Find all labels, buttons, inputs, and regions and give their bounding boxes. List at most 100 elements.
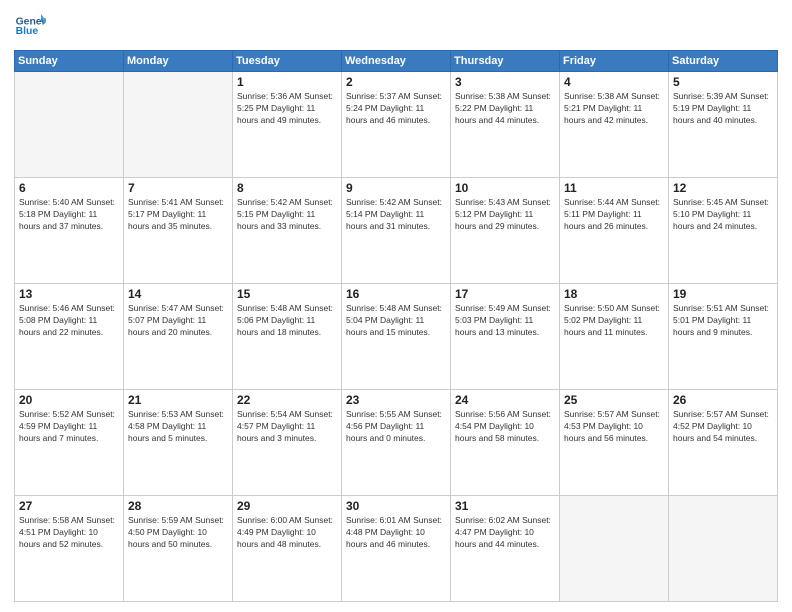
calendar-cell: 30 Sunrise: 6:01 AM Sunset: 4:48 PM Dayli… xyxy=(342,496,451,602)
day-number: 3 xyxy=(455,75,555,89)
calendar-cell: 27 Sunrise: 5:58 AM Sunset: 4:51 PM Dayli… xyxy=(15,496,124,602)
calendar-cell: 11 Sunrise: 5:44 AM Sunset: 5:11 PM Dayli… xyxy=(560,178,669,284)
day-info: Sunrise: 5:40 AM Sunset: 5:18 PM Dayligh… xyxy=(19,197,119,233)
day-info: Sunrise: 5:51 AM Sunset: 5:01 PM Dayligh… xyxy=(673,303,773,339)
calendar-cell: 7 Sunrise: 5:41 AM Sunset: 5:17 PM Daylig… xyxy=(124,178,233,284)
calendar-cell: 21 Sunrise: 5:53 AM Sunset: 4:58 PM Dayli… xyxy=(124,390,233,496)
logo: General Blue xyxy=(14,10,46,42)
day-info: Sunrise: 6:01 AM Sunset: 4:48 PM Dayligh… xyxy=(346,515,446,551)
day-number: 19 xyxy=(673,287,773,301)
weekday-header-friday: Friday xyxy=(560,51,669,72)
logo-icon: General Blue xyxy=(14,10,46,42)
day-number: 16 xyxy=(346,287,446,301)
day-number: 27 xyxy=(19,499,119,513)
day-info: Sunrise: 5:49 AM Sunset: 5:03 PM Dayligh… xyxy=(455,303,555,339)
calendar-cell: 9 Sunrise: 5:42 AM Sunset: 5:14 PM Daylig… xyxy=(342,178,451,284)
day-info: Sunrise: 5:54 AM Sunset: 4:57 PM Dayligh… xyxy=(237,409,337,445)
calendar-cell: 1 Sunrise: 5:36 AM Sunset: 5:25 PM Daylig… xyxy=(233,72,342,178)
day-number: 15 xyxy=(237,287,337,301)
calendar-cell: 22Sunrise: 5:54 AM Sunset: 4:57 PM Dayli… xyxy=(233,390,342,496)
day-number: 4 xyxy=(564,75,664,89)
calendar-cell: 13Sunrise: 5:46 AM Sunset: 5:08 PM Dayli… xyxy=(15,284,124,390)
calendar-cell: 25 Sunrise: 5:57 AM Sunset: 4:53 PM Dayli… xyxy=(560,390,669,496)
day-number: 2 xyxy=(346,75,446,89)
calendar-cell xyxy=(124,72,233,178)
day-number: 7 xyxy=(128,181,228,195)
day-number: 26 xyxy=(673,393,773,407)
calendar-cell: 6 Sunrise: 5:40 AM Sunset: 5:18 PM Daylig… xyxy=(15,178,124,284)
calendar-cell: 31 Sunrise: 6:02 AM Sunset: 4:47 PM Dayli… xyxy=(451,496,560,602)
day-number: 25 xyxy=(564,393,664,407)
day-info: Sunrise: 6:02 AM Sunset: 4:47 PM Dayligh… xyxy=(455,515,555,551)
weekday-header-tuesday: Tuesday xyxy=(233,51,342,72)
calendar-cell: 23Sunrise: 5:55 AM Sunset: 4:56 PM Dayli… xyxy=(342,390,451,496)
calendar-cell: 20Sunrise: 5:52 AM Sunset: 4:59 PM Dayli… xyxy=(15,390,124,496)
calendar-cell: 14Sunrise: 5:47 AM Sunset: 5:07 PM Dayli… xyxy=(124,284,233,390)
calendar-cell: 28 Sunrise: 5:59 AM Sunset: 4:50 PM Dayli… xyxy=(124,496,233,602)
day-number: 11 xyxy=(564,181,664,195)
day-info: Sunrise: 5:52 AM Sunset: 4:59 PM Dayligh… xyxy=(19,409,119,445)
week-row-1: 6 Sunrise: 5:40 AM Sunset: 5:18 PM Daylig… xyxy=(15,178,778,284)
weekday-header-sunday: Sunday xyxy=(15,51,124,72)
day-number: 29 xyxy=(237,499,337,513)
calendar-cell: 24Sunrise: 5:56 AM Sunset: 4:54 PM Dayli… xyxy=(451,390,560,496)
day-info: Sunrise: 5:36 AM Sunset: 5:25 PM Dayligh… xyxy=(237,91,337,127)
day-info: Sunrise: 5:38 AM Sunset: 5:22 PM Dayligh… xyxy=(455,91,555,127)
day-info: Sunrise: 5:38 AM Sunset: 5:21 PM Dayligh… xyxy=(564,91,664,127)
weekday-header-thursday: Thursday xyxy=(451,51,560,72)
day-info: Sunrise: 5:53 AM Sunset: 4:58 PM Dayligh… xyxy=(128,409,228,445)
calendar-cell: 5 Sunrise: 5:39 AM Sunset: 5:19 PM Daylig… xyxy=(669,72,778,178)
weekday-header-wednesday: Wednesday xyxy=(342,51,451,72)
day-number: 31 xyxy=(455,499,555,513)
calendar-cell: 4 Sunrise: 5:38 AM Sunset: 5:21 PM Daylig… xyxy=(560,72,669,178)
day-info: Sunrise: 5:45 AM Sunset: 5:10 PM Dayligh… xyxy=(673,197,773,233)
day-number: 5 xyxy=(673,75,773,89)
day-number: 28 xyxy=(128,499,228,513)
calendar-cell: 17Sunrise: 5:49 AM Sunset: 5:03 PM Dayli… xyxy=(451,284,560,390)
day-number: 30 xyxy=(346,499,446,513)
day-info: Sunrise: 5:42 AM Sunset: 5:14 PM Dayligh… xyxy=(346,197,446,233)
day-info: Sunrise: 5:57 AM Sunset: 4:53 PM Dayligh… xyxy=(564,409,664,445)
day-number: 12 xyxy=(673,181,773,195)
week-row-3: 20Sunrise: 5:52 AM Sunset: 4:59 PM Dayli… xyxy=(15,390,778,496)
calendar-cell: 2 Sunrise: 5:37 AM Sunset: 5:24 PM Daylig… xyxy=(342,72,451,178)
day-number: 9 xyxy=(346,181,446,195)
day-info: Sunrise: 5:59 AM Sunset: 4:50 PM Dayligh… xyxy=(128,515,228,551)
day-info: Sunrise: 5:48 AM Sunset: 5:04 PM Dayligh… xyxy=(346,303,446,339)
calendar-cell: 26 Sunrise: 5:57 AM Sunset: 4:52 PM Dayli… xyxy=(669,390,778,496)
svg-text:Blue: Blue xyxy=(16,26,39,37)
calendar-cell: 8Sunrise: 5:42 AM Sunset: 5:15 PM Daylig… xyxy=(233,178,342,284)
day-info: Sunrise: 5:56 AM Sunset: 4:54 PM Dayligh… xyxy=(455,409,555,445)
day-info: Sunrise: 5:44 AM Sunset: 5:11 PM Dayligh… xyxy=(564,197,664,233)
calendar-cell: 16 Sunrise: 5:48 AM Sunset: 5:04 PM Dayli… xyxy=(342,284,451,390)
day-info: Sunrise: 5:48 AM Sunset: 5:06 PM Dayligh… xyxy=(237,303,337,339)
day-info: Sunrise: 6:00 AM Sunset: 4:49 PM Dayligh… xyxy=(237,515,337,551)
day-info: Sunrise: 5:58 AM Sunset: 4:51 PM Dayligh… xyxy=(19,515,119,551)
weekday-header-saturday: Saturday xyxy=(669,51,778,72)
weekday-header-row: SundayMondayTuesdayWednesdayThursdayFrid… xyxy=(15,51,778,72)
day-number: 1 xyxy=(237,75,337,89)
header: General Blue xyxy=(14,10,778,42)
day-number: 6 xyxy=(19,181,119,195)
calendar-cell: 19 Sunrise: 5:51 AM Sunset: 5:01 PM Dayli… xyxy=(669,284,778,390)
day-number: 10 xyxy=(455,181,555,195)
calendar-cell: 15 Sunrise: 5:48 AM Sunset: 5:06 PM Dayli… xyxy=(233,284,342,390)
calendar-cell: 3 Sunrise: 5:38 AM Sunset: 5:22 PM Daylig… xyxy=(451,72,560,178)
day-info: Sunrise: 5:46 AM Sunset: 5:08 PM Dayligh… xyxy=(19,303,119,339)
calendar-cell xyxy=(15,72,124,178)
week-row-4: 27 Sunrise: 5:58 AM Sunset: 4:51 PM Dayli… xyxy=(15,496,778,602)
day-info: Sunrise: 5:37 AM Sunset: 5:24 PM Dayligh… xyxy=(346,91,446,127)
calendar-cell xyxy=(669,496,778,602)
weekday-header-monday: Monday xyxy=(124,51,233,72)
day-info: Sunrise: 5:39 AM Sunset: 5:19 PM Dayligh… xyxy=(673,91,773,127)
day-number: 21 xyxy=(128,393,228,407)
day-info: Sunrise: 5:41 AM Sunset: 5:17 PM Dayligh… xyxy=(128,197,228,233)
day-number: 23 xyxy=(346,393,446,407)
day-info: Sunrise: 5:47 AM Sunset: 5:07 PM Dayligh… xyxy=(128,303,228,339)
week-row-2: 13Sunrise: 5:46 AM Sunset: 5:08 PM Dayli… xyxy=(15,284,778,390)
day-info: Sunrise: 5:57 AM Sunset: 4:52 PM Dayligh… xyxy=(673,409,773,445)
calendar-cell: 18Sunrise: 5:50 AM Sunset: 5:02 PM Dayli… xyxy=(560,284,669,390)
day-number: 18 xyxy=(564,287,664,301)
calendar-table: SundayMondayTuesdayWednesdayThursdayFrid… xyxy=(14,50,778,602)
calendar-cell: 12 Sunrise: 5:45 AM Sunset: 5:10 PM Dayli… xyxy=(669,178,778,284)
